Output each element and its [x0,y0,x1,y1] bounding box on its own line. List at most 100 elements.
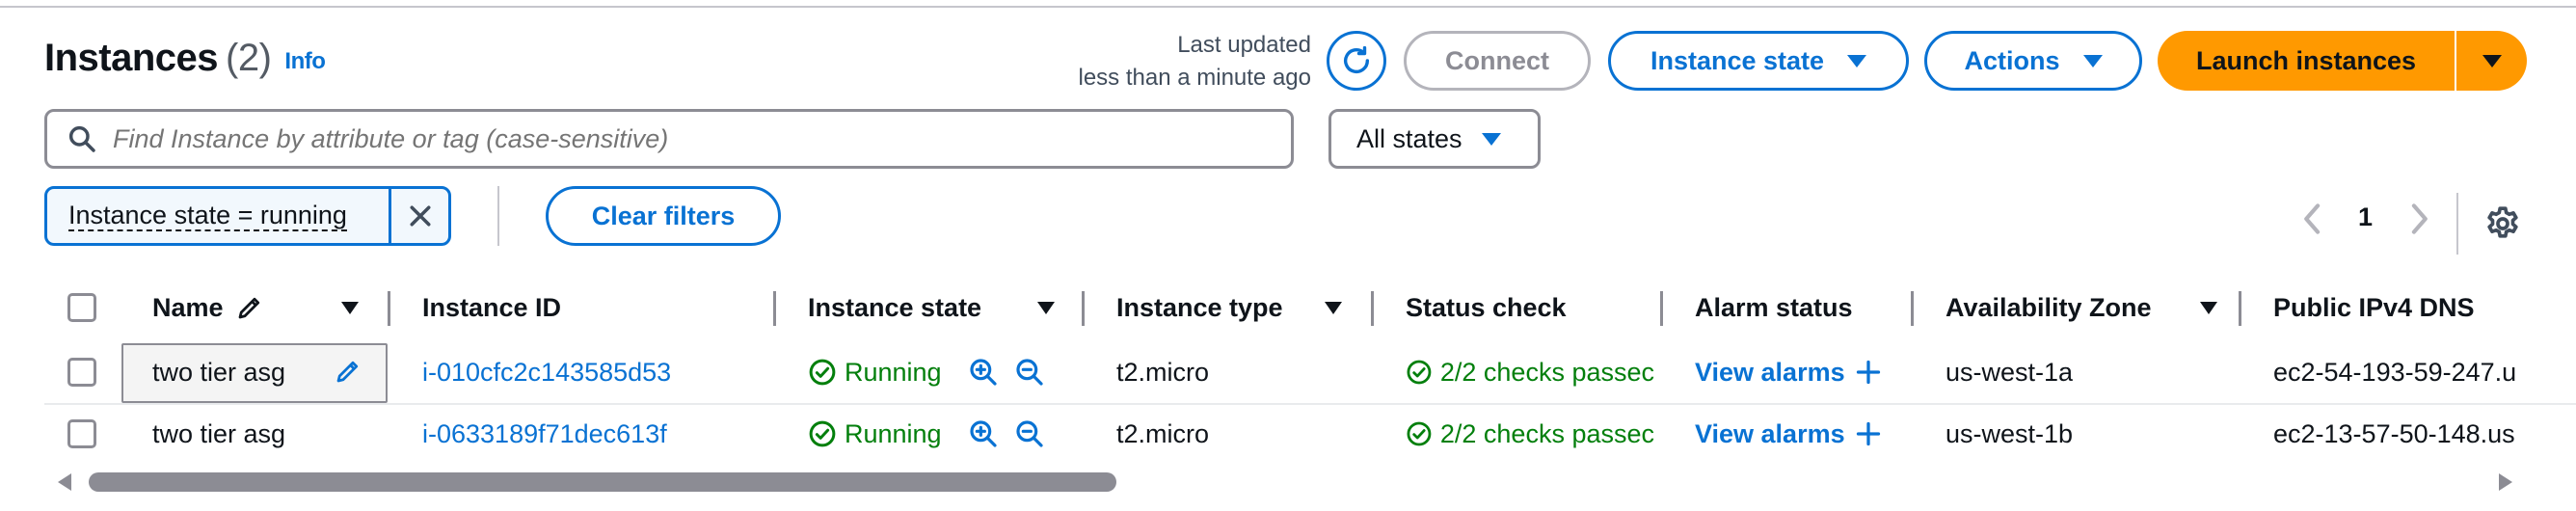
plus-icon [1856,360,1880,385]
cell-instance-state: Running [808,341,942,403]
last-updated-value: less than a minute ago [1078,65,1312,91]
column-label: Instance ID [422,292,562,322]
info-link[interactable]: Info [284,48,325,74]
column-resizer[interactable] [1371,291,1374,326]
pagination-page[interactable]: 1 [2358,202,2373,232]
status-check-text: 2/2 checks passec [1439,357,1654,387]
cell-name: two tier asg [152,418,286,448]
pagination-next[interactable] [2406,202,2431,235]
column-resizer[interactable] [388,291,390,326]
filter-caret-icon[interactable] [341,302,359,314]
caret-down-icon [1481,132,1501,146]
column-resizer[interactable] [1660,291,1663,326]
zoom-out-button[interactable] [1014,357,1045,392]
column-resizer[interactable] [1082,291,1085,326]
zoom-out-icon [1016,359,1043,386]
cell-availability-zone: us-west-1a [1945,357,2074,387]
refresh-button[interactable] [1327,31,1386,91]
zoom-out-icon [1016,420,1043,447]
table-header: Name Instance ID Instance state Instance… [44,282,2576,334]
clear-filters-button[interactable]: Clear filters [546,186,781,246]
horizontal-scrollbar-thumb[interactable] [89,472,1116,492]
search-icon [68,125,95,152]
check-circle-icon [1407,421,1432,446]
filter-token-text: Instance state = running [68,201,347,231]
row-checkbox[interactable] [67,419,96,448]
table-row[interactable]: two tier asg i-010cfc2c143585d53 Running… [44,341,2576,403]
cell-instance-state: Running [808,403,942,465]
clear-filters-label: Clear filters [591,201,736,230]
view-alarms-label: View alarms [1695,357,1845,387]
state-text: Running [845,357,942,387]
remove-filter-button[interactable] [389,189,448,243]
instance-state-label: Instance state [1650,45,1825,75]
state-filter-select[interactable]: All states [1328,109,1541,169]
cell-instance-id[interactable]: i-0633189f71dec613f [422,403,667,465]
search-input[interactable] [113,123,1250,154]
filter-caret-icon[interactable] [1037,302,1055,314]
zoom-in-icon [970,359,997,386]
actions-dropdown[interactable]: Actions [1924,31,2142,91]
instance-count: (2) [226,37,272,79]
gear-icon [2487,206,2518,238]
connect-button[interactable]: Connect [1404,31,1591,91]
launch-instances-button[interactable]: Launch instances [2158,31,2456,91]
column-header-name[interactable]: Name [152,282,264,334]
column-resizer[interactable] [1911,291,1914,326]
column-header-status-check[interactable]: Status check [1406,282,1567,334]
column-resizer[interactable] [773,291,776,326]
column-header-instance-type[interactable]: Instance type [1116,282,1283,334]
column-header-availability-zone[interactable]: Availability Zone [1945,282,2152,334]
pencil-icon [238,297,259,319]
actions-label: Actions [1964,45,2060,75]
refresh-icon [1343,45,1370,73]
column-header-instance-state[interactable]: Instance state [808,282,981,334]
filter-token-label[interactable]: Instance state = running [47,189,389,243]
connect-label: Connect [1445,45,1549,75]
column-label: Instance type [1116,292,1283,322]
column-resizer[interactable] [2239,291,2241,326]
page-title-text: Instances [44,37,219,79]
cell-instance-type: t2.micro [1116,357,1210,387]
filter-token: Instance state = running [44,186,451,246]
filter-caret-icon[interactable] [1325,302,1342,314]
cell-instance-id[interactable]: i-010cfc2c143585d53 [422,341,671,403]
cell-instance-type: t2.micro [1116,418,1210,448]
column-header-alarm-status[interactable]: Alarm status [1695,282,1853,334]
filter-divider [497,186,499,246]
search-bar[interactable] [44,109,1294,169]
column-header-public-dns[interactable]: Public IPv4 DNS [2273,282,2475,334]
cell-name: two tier asg [152,357,286,387]
view-alarms-link[interactable]: View alarms [1695,403,1882,465]
caret-down-icon [2082,54,2103,67]
current-page: 1 [2358,202,2374,231]
chevron-right-icon [2411,203,2428,234]
instance-state-dropdown[interactable]: Instance state [1608,31,1909,91]
scroll-right-arrow[interactable] [2499,473,2512,491]
column-header-instance-id[interactable]: Instance ID [422,282,561,334]
scroll-left-arrow[interactable] [58,473,71,491]
pagination-prev[interactable] [2300,202,2325,235]
cell-status-check: 2/2 checks passec [1406,403,1654,465]
instances-table: Name Instance ID Instance state Instance… [44,282,2576,455]
caret-down-icon [2482,54,2502,67]
filter-caret-icon[interactable] [2200,302,2217,314]
preferences-button[interactable] [2483,204,2522,248]
last-updated-label: Last updated [1177,32,1311,58]
table-row[interactable]: two tier asg i-0633189f71dec613f Running… [44,403,2576,465]
select-all-checkbox[interactable] [67,293,96,322]
zoom-in-button[interactable] [968,418,999,454]
edit-name-button[interactable] [334,357,362,390]
column-label: Name [152,292,224,322]
zoom-in-button[interactable] [968,357,999,392]
state-filter-value: All states [1356,123,1462,153]
launch-options-dropdown[interactable] [2456,31,2527,91]
row-checkbox[interactable] [67,358,96,387]
cell-public-dns: ec2-54-193-59-247.u [2273,357,2517,387]
last-updated: Last updated less than a minute ago [1079,29,1312,94]
column-label: Instance state [808,292,982,322]
plus-icon [1856,421,1880,446]
view-alarms-link[interactable]: View alarms [1695,341,1882,403]
zoom-out-button[interactable] [1014,418,1045,454]
column-label: Alarm status [1695,292,1853,322]
